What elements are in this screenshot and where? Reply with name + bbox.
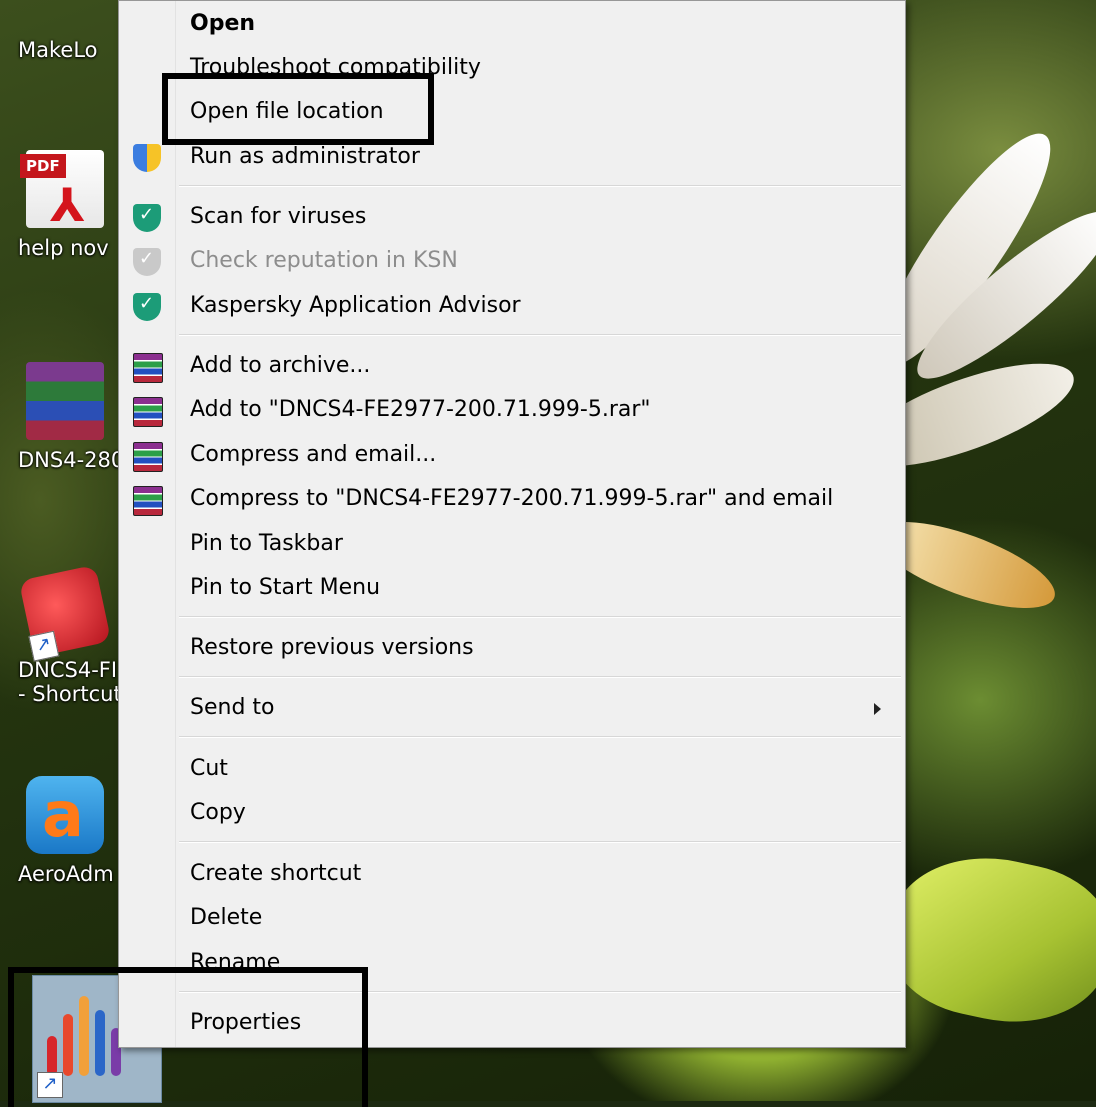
desktop-icon-dns4[interactable]: DNS4-280 [10,362,120,472]
pdf-icon: PDF ⅄ [20,150,104,232]
submenu-arrow-icon [874,703,881,715]
menu-separator [179,841,901,843]
desktop-icon-label: MakeLo [18,38,98,62]
menu-item-pin-to-taskbar[interactable]: Pin to Taskbar [119,523,905,567]
menu-separator [179,185,901,187]
menu-item-label: Send to [190,695,275,720]
kaspersky-shield-icon [133,293,161,321]
desktop-icon-label-line2: - Shortcut [18,682,120,706]
uac-shield-icon [133,144,161,172]
winrar-icon [133,442,163,472]
menu-item-label: Run as administrator [190,144,420,169]
desktop-icon-label: AeroAdm [18,862,114,886]
desktop-icon-aeroadmin[interactable]: a AeroAdm [10,776,120,886]
highlight-box-open-file-location [162,73,434,145]
menu-item-create-shortcut[interactable]: Create shortcut [119,853,905,897]
winrar-archive-icon [26,362,104,440]
menu-item-send-to[interactable]: Send to [119,687,905,731]
menu-item-add-to-rar[interactable]: Add to "DNCS4-FE2977-200.71.999-5.rar" [119,389,905,433]
menu-item-label: Delete [190,905,263,930]
menu-item-label: Compress to "DNCS4-FE2977-200.71.999-5.r… [190,486,834,511]
kaspersky-shield-icon [133,204,161,232]
menu-item-kaspersky-application-advisor[interactable]: Kaspersky Application Advisor [119,285,905,329]
menu-item-label: Cut [190,756,228,781]
menu-item-copy[interactable]: Copy [119,792,905,836]
menu-item-label: Open [190,11,256,36]
menu-item-compress-to-rar-and-email[interactable]: Compress to "DNCS4-FE2977-200.71.999-5.r… [119,478,905,522]
shortcut-arrow-icon: ↗ [28,630,60,662]
menu-item-label: Restore previous versions [190,635,474,660]
menu-item-pin-to-start-menu[interactable]: Pin to Start Menu [119,567,905,611]
desktop-icon-label: DNCS4-FI [18,658,118,682]
highlight-box-properties [8,967,368,1107]
menu-item-label: Add to "DNCS4-FE2977-200.71.999-5.rar" [190,397,651,422]
aeroadmin-icon: a [26,776,104,854]
menu-separator [179,676,901,678]
wallpaper-leaf [875,838,1096,1042]
desktop-icon-label: help nov [18,236,109,260]
desktop-icon-makelo[interactable]: MakeLo [10,38,120,62]
desktop-icon-help[interactable]: PDF ⅄ help nov [10,150,120,260]
menu-item-restore-previous-versions[interactable]: Restore previous versions [119,627,905,671]
menu-item-scan-for-viruses[interactable]: Scan for viruses [119,196,905,240]
menu-item-add-to-archive[interactable]: Add to archive... [119,345,905,389]
context-menu: Open Troubleshoot compatibility Open fil… [118,0,906,1048]
menu-item-open[interactable]: Open [119,3,905,47]
desktop-icon-dncs4-shortcut[interactable]: ↗ DNCS4-FI - Shortcut [10,564,120,706]
menu-item-check-reputation: Check reputation in KSN [119,240,905,284]
dice-app-icon: ↗ [18,564,112,662]
menu-separator [179,334,901,336]
menu-item-cut[interactable]: Cut [119,748,905,792]
menu-item-label: Compress and email... [190,442,437,467]
menu-separator [179,616,901,618]
winrar-icon [133,397,163,427]
menu-item-label: Copy [190,800,246,825]
kaspersky-shield-grey-icon [133,248,161,276]
menu-item-label: Add to archive... [190,353,371,378]
menu-item-label: Pin to Start Menu [190,575,381,600]
menu-item-label: Check reputation in KSN [190,248,458,273]
desktop-icon-label: DNS4-280 [18,448,120,472]
menu-item-label: Create shortcut [190,861,362,886]
winrar-icon [133,353,163,383]
menu-separator [179,736,901,738]
menu-item-label: Pin to Taskbar [190,531,343,556]
winrar-icon [133,486,163,516]
menu-item-delete[interactable]: Delete [119,897,905,941]
menu-item-compress-and-email[interactable]: Compress and email... [119,434,905,478]
menu-item-label: Kaspersky Application Advisor [190,293,521,318]
menu-item-label: Scan for viruses [190,204,367,229]
